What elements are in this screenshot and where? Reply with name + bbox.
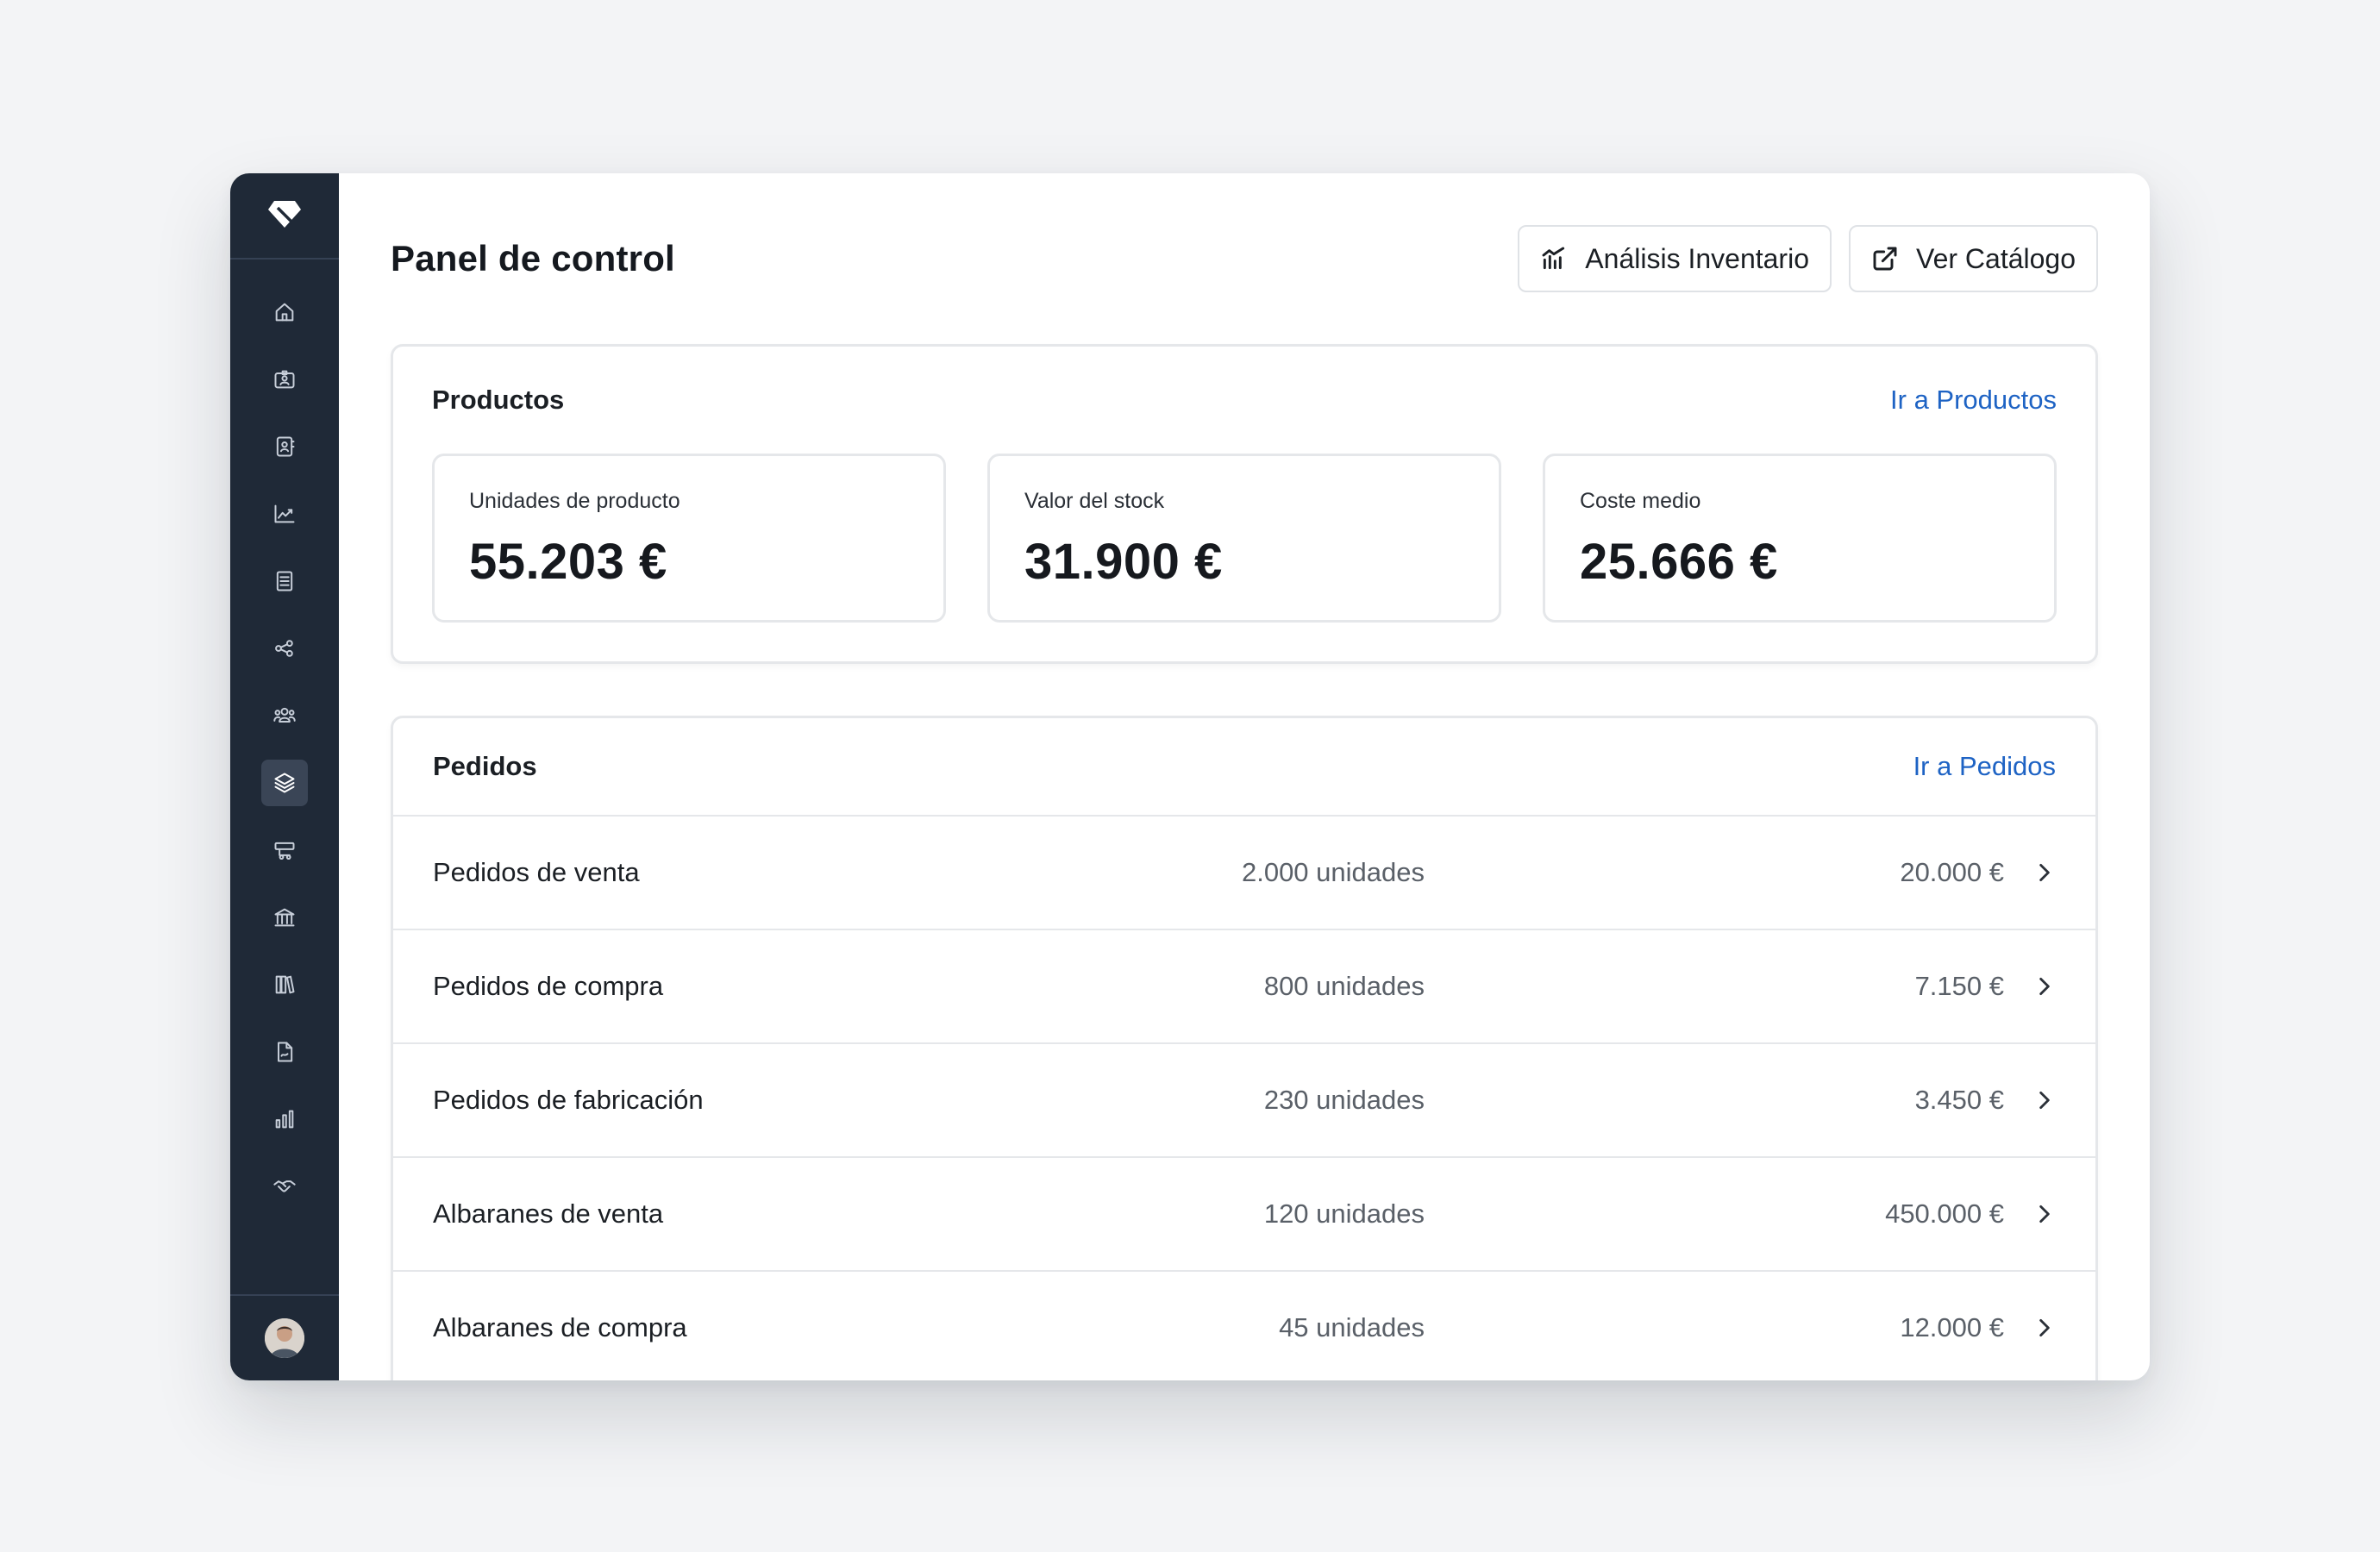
user-avatar[interactable]: [265, 1318, 304, 1358]
stat-card-stock-value: Valor del stock 31.900 €: [987, 454, 1501, 623]
products-title: Productos: [432, 385, 565, 415]
stat-value: 25.666 €: [1580, 534, 1778, 590]
table-row[interactable]: Albaranes de venta 120 unidades 450.000 …: [393, 1158, 2095, 1272]
logo-area: [230, 173, 339, 260]
row-value: 12.000 €: [1900, 1312, 2004, 1342]
row-units: 230 unidades: [1263, 1085, 1425, 1115]
chevron-right-icon: [2004, 1317, 2056, 1339]
sidebar: [230, 173, 339, 1380]
orders-card: Pedidos Ir a Pedidos Pedidos de venta 2.…: [391, 716, 2098, 1380]
table-row[interactable]: Pedidos de venta 2.000 unidades 20.000 €: [393, 817, 2095, 930]
row-name: Pedidos de venta: [433, 857, 640, 887]
go-to-products-link[interactable]: Ir a Productos: [1890, 385, 2057, 416]
chevron-right-icon: [2004, 975, 2056, 998]
trend-chart-icon: [274, 504, 295, 523]
row-value: 450.000 €: [1885, 1198, 2004, 1229]
page-title: Panel de control: [391, 238, 675, 278]
sidebar-item-team[interactable]: [261, 692, 308, 739]
stat-card-average-cost: Coste medio 25.666 €: [1543, 454, 2057, 623]
bank-icon: [274, 908, 295, 927]
sidebar-item-reports[interactable]: [261, 1096, 308, 1142]
orders-card-header: Pedidos Ir a Pedidos: [393, 718, 2095, 817]
invoice-icon: [278, 1042, 293, 1062]
products-stats: Unidades de producto 55.203 € Valor del …: [432, 454, 2057, 623]
sidebar-item-inventory[interactable]: [261, 760, 308, 806]
sidebar-item-documents[interactable]: [261, 558, 308, 604]
row-name: Albaranes de venta: [433, 1198, 664, 1229]
stat-value: 31.900 €: [1024, 534, 1223, 590]
orders-title: Pedidos: [433, 751, 537, 781]
view-catalog-label: Ver Catálogo: [1915, 242, 2076, 274]
table-row[interactable]: Albaranes de compra 45 unidades 12.000 €: [393, 1272, 2095, 1380]
sidebar-item-partners[interactable]: [261, 1163, 308, 1210]
avatar-area: [230, 1294, 339, 1380]
page-header: Panel de control Análisis Inventario Ver…: [391, 225, 2098, 292]
row-units: 800 unidades: [1263, 971, 1425, 1001]
sidebar-item-library[interactable]: [261, 961, 308, 1008]
row-name: Pedidos de compra: [433, 971, 664, 1001]
sidebar-item-contacts[interactable]: [261, 423, 308, 470]
shipping-icon: [274, 842, 295, 860]
contacts-icon: [276, 436, 295, 457]
row-value: 7.150 €: [1914, 971, 2004, 1001]
team-icon: [273, 707, 296, 723]
sidebar-item-id-card[interactable]: [261, 356, 308, 403]
row-value: 20.000 €: [1900, 857, 2004, 887]
header-actions: Análisis Inventario Ver Catálogo: [1518, 225, 2098, 292]
external-link-icon: [1873, 247, 1897, 271]
app-window: Panel de control Análisis Inventario Ver…: [230, 173, 2150, 1380]
sidebar-item-analytics[interactable]: [261, 491, 308, 537]
row-units: 2.000 unidades: [1241, 857, 1425, 887]
sidebar-item-shipping[interactable]: [261, 827, 308, 873]
go-to-orders-link[interactable]: Ir a Pedidos: [1913, 751, 2056, 782]
table-row[interactable]: Pedidos de fabricación 230 unidades 3.45…: [393, 1044, 2095, 1158]
stat-label: Unidades de producto: [469, 489, 680, 513]
library-icon: [275, 975, 295, 994]
row-value: 3.450 €: [1914, 1085, 2004, 1115]
row-units: 120 unidades: [1263, 1198, 1425, 1229]
id-card-icon: [274, 370, 295, 389]
chevron-right-icon: [2004, 861, 2056, 884]
share-nodes-icon: [275, 640, 293, 657]
products-card: Productos Ir a Productos Unidades de pro…: [391, 344, 2098, 664]
sidebar-nav: [230, 260, 339, 1294]
bar-chart-icon: [275, 1110, 294, 1129]
row-name: Albaranes de compra: [433, 1312, 687, 1342]
main-content: Panel de control Análisis Inventario Ver…: [339, 173, 2150, 1380]
stat-card-product-units: Unidades de producto 55.203 €: [432, 454, 946, 623]
stat-label: Valor del stock: [1024, 489, 1165, 513]
handshake-icon: [273, 1180, 296, 1192]
inventory-analysis-button[interactable]: Análisis Inventario: [1518, 225, 1832, 292]
sidebar-item-share[interactable]: [261, 625, 308, 672]
document-list-icon: [276, 571, 293, 591]
analytics-icon: [1542, 247, 1565, 270]
stat-value: 55.203 €: [469, 534, 667, 590]
sidebar-item-invoices[interactable]: [261, 1029, 308, 1075]
table-row[interactable]: Pedidos de compra 800 unidades 7.150 €: [393, 930, 2095, 1044]
view-catalog-button[interactable]: Ver Catálogo: [1848, 225, 2098, 292]
inventory-analysis-label: Análisis Inventario: [1585, 242, 1809, 274]
home-icon: [275, 303, 294, 322]
diamond-logo-icon[interactable]: [267, 199, 302, 233]
stat-label: Coste medio: [1580, 489, 1701, 513]
chevron-right-icon: [2004, 1089, 2056, 1111]
row-name: Pedidos de fabricación: [433, 1085, 704, 1115]
products-card-header: Productos Ir a Productos: [432, 385, 2057, 416]
row-units: 45 unidades: [1279, 1312, 1425, 1342]
chevron-right-icon: [2004, 1203, 2056, 1225]
sidebar-item-home[interactable]: [261, 289, 308, 335]
layers-icon: [274, 773, 295, 793]
sidebar-item-bank[interactable]: [261, 894, 308, 941]
